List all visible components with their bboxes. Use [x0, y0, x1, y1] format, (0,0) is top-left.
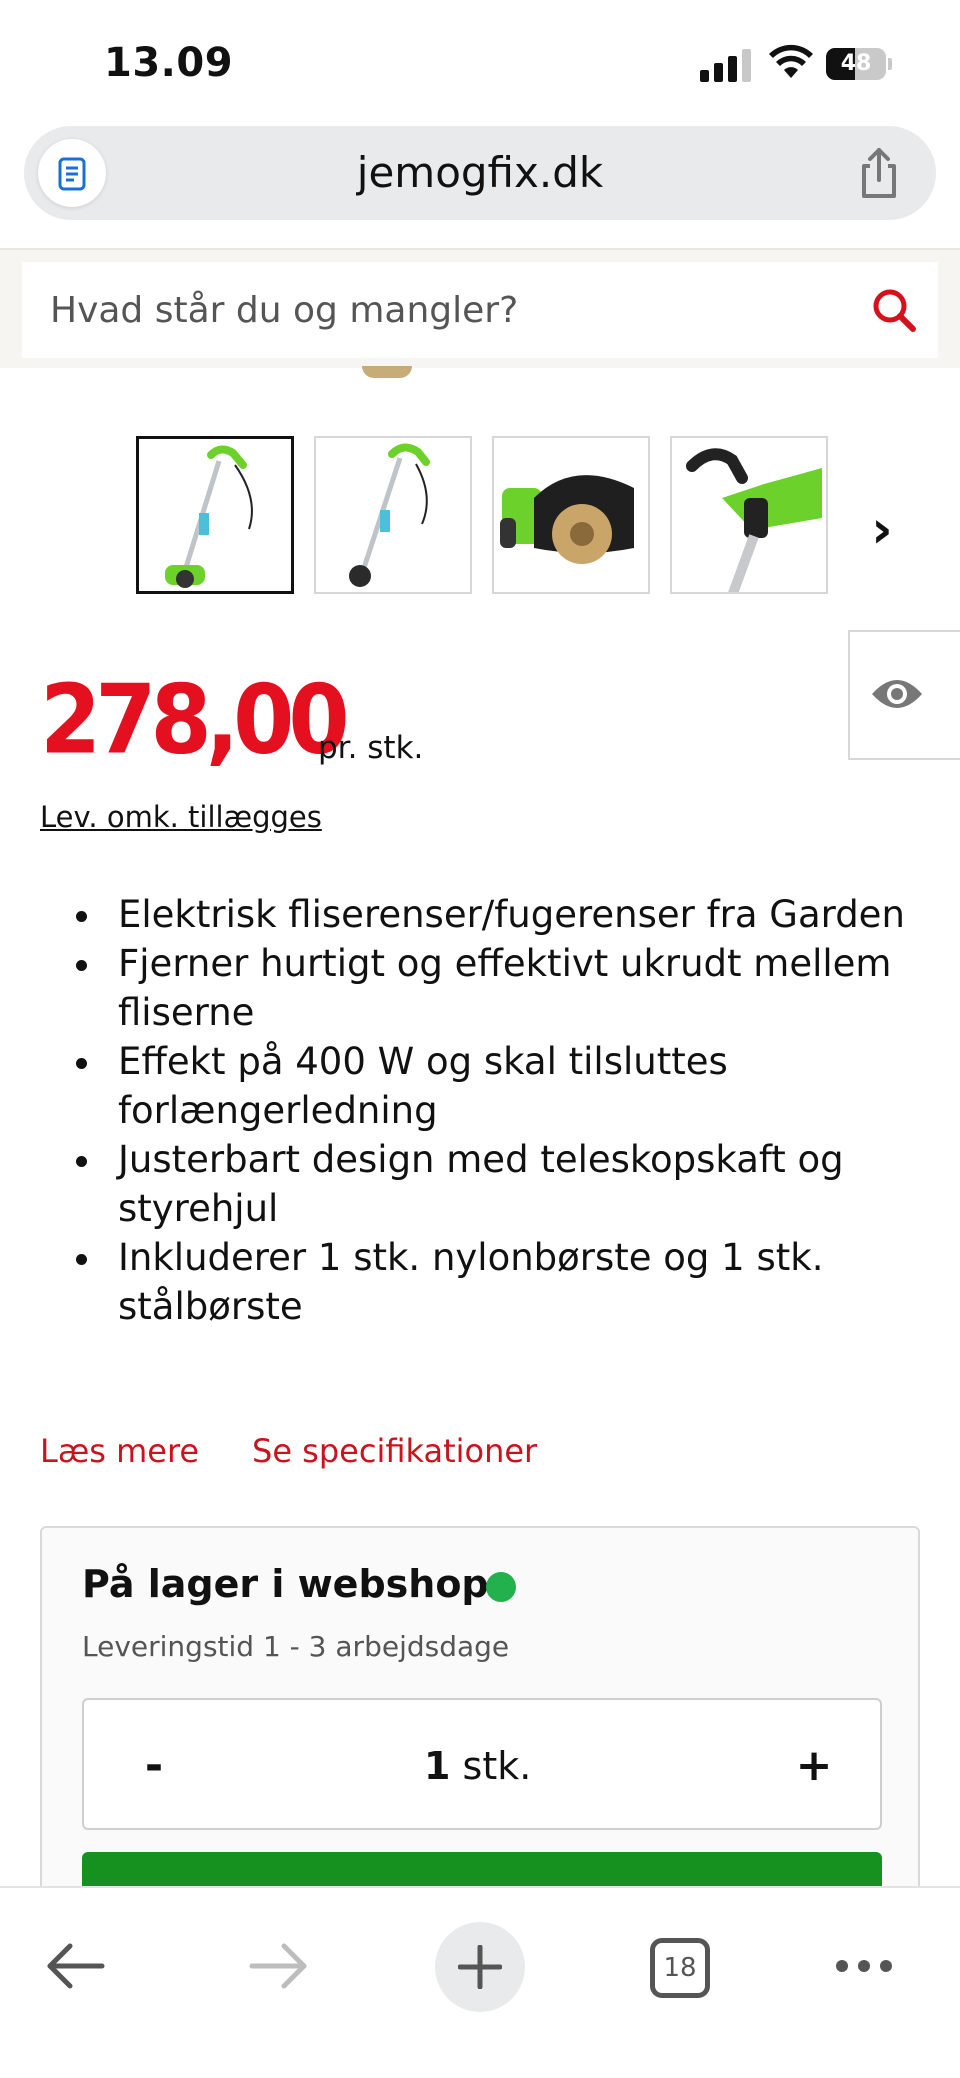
product-thumbnail-image [349, 443, 430, 587]
feature-item: Fjerner hurtigt og effektivt ukrudt mell… [76, 939, 928, 1037]
site-search-bar [0, 248, 960, 368]
stock-title: På lager i webshop [82, 1562, 489, 1606]
address-bar[interactable]: jemogfix.dk [24, 126, 936, 220]
tabs-count-button[interactable]: 18 [650, 1938, 710, 1998]
search-input[interactable] [50, 262, 850, 358]
quantity-unit: stk. [462, 1744, 532, 1788]
delivery-time: Leveringstid 1 - 3 arbejdsdage [82, 1630, 510, 1663]
watch-product-button[interactable] [848, 630, 960, 760]
plus-icon [458, 1945, 502, 1989]
eye-icon [872, 680, 922, 708]
url-text[interactable]: jemogfix.dk [24, 126, 936, 220]
quantity-number: 1 [424, 1744, 451, 1788]
thumbnail-3[interactable] [492, 436, 650, 594]
cellular-signal-icon [700, 48, 752, 82]
reader-mode-button[interactable] [38, 139, 106, 207]
thumbnail-1[interactable] [136, 436, 294, 594]
battery-percent: 48 [840, 51, 872, 76]
stock-status-dot [486, 1572, 516, 1602]
quantity-value[interactable]: 1 stk. [424, 1728, 531, 1804]
thumbnail-2[interactable] [314, 436, 472, 594]
quantity-increase-button[interactable]: + [784, 1728, 844, 1804]
specifications-link[interactable]: Se specifikationer [252, 1432, 537, 1470]
product-thumbnail-image [686, 448, 822, 592]
thumbnail-next-arrow[interactable]: › [862, 500, 902, 560]
product-thumbnail-image [500, 475, 634, 564]
quantity-decrease-button[interactable]: - [124, 1728, 184, 1804]
feature-list: Elektrisk fliserenser/fugerenser fra Gar… [76, 890, 928, 1331]
quantity-stepper: - 1 stk. + [82, 1698, 882, 1830]
product-thumbnail-image [165, 445, 253, 588]
feature-item: Inkluderer 1 stk. nylonbørste og 1 stk. … [76, 1233, 928, 1331]
battery-icon: 48 [826, 48, 892, 80]
search-box[interactable] [22, 262, 938, 358]
feature-item: Effekt på 400 W og skal tilsluttes forlæ… [76, 1037, 928, 1135]
main-image-edge [362, 366, 412, 378]
thumbnail-4[interactable] [670, 436, 828, 594]
back-arrow-icon[interactable] [44, 1938, 108, 1994]
search-icon[interactable] [868, 284, 920, 336]
share-icon[interactable] [852, 146, 906, 200]
status-time: 13.09 [104, 40, 234, 86]
status-bar: 13.09 48 [0, 0, 960, 120]
more-options-icon[interactable] [834, 1952, 894, 1980]
read-more-link[interactable]: Læs mere [40, 1432, 199, 1470]
new-tab-button[interactable] [435, 1922, 525, 2012]
feature-item: Justerbart design med teleskopskaft og s… [76, 1135, 928, 1233]
browser-toolbar: 18 [0, 1886, 960, 2078]
product-price: 278,00 [40, 664, 350, 776]
document-icon [58, 157, 86, 191]
price-unit: pr. stk. [318, 730, 424, 766]
feature-item: Elektrisk fliserenser/fugerenser fra Gar… [76, 890, 928, 939]
shipping-cost-link[interactable]: Lev. omk. tillægges [40, 800, 322, 834]
wifi-icon [769, 44, 813, 78]
forward-arrow-icon[interactable] [246, 1938, 310, 1994]
